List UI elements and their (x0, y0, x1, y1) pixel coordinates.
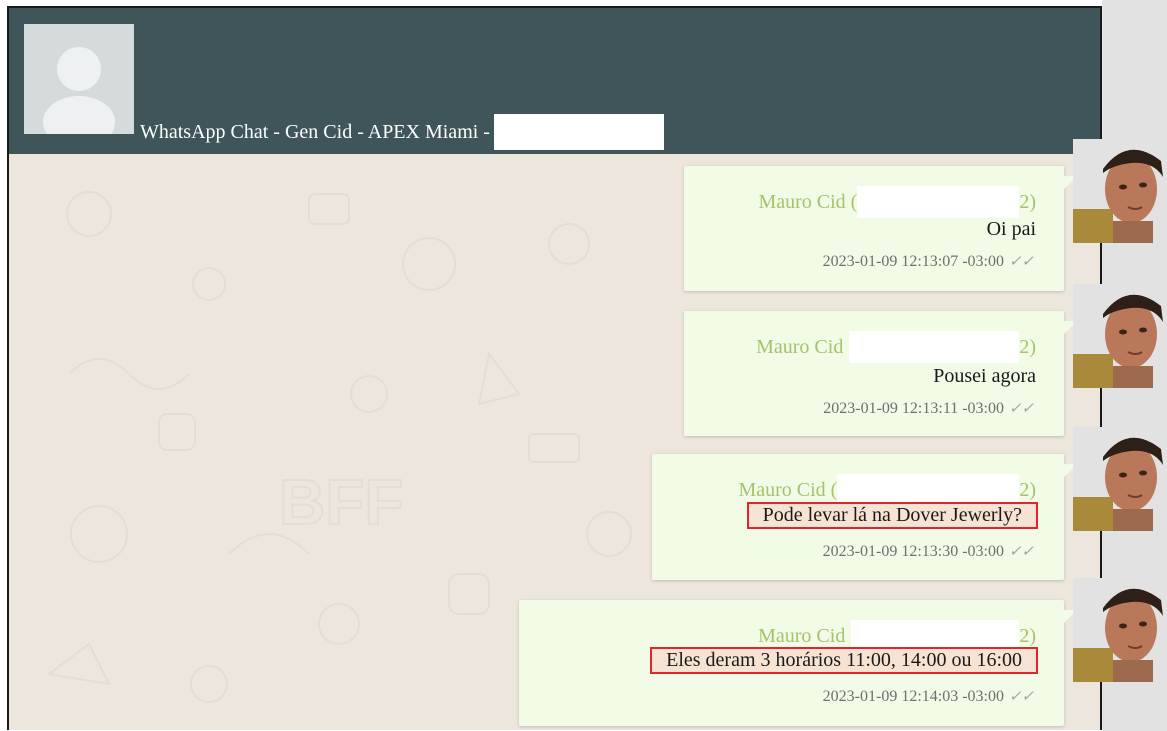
sender-name-suffix: 2) (1019, 624, 1036, 647)
message-timestamp: 2023-01-09 12:14:03 -03:00 (822, 688, 1004, 705)
redaction-box (857, 186, 1020, 218)
redaction-box (849, 331, 1020, 363)
double-check-icon: ✓✓ (1008, 401, 1034, 417)
message-timestamp: 2023-01-09 12:13:07 -03:00 (822, 253, 1004, 270)
sender-name: Mauro Cid 2) (756, 331, 1036, 363)
chat-title-row: WhatsApp Chat - Gen Cid - APEX Miami - (140, 114, 664, 150)
message-timestamp: 2023-01-09 12:13:30 -03:00 (822, 543, 1004, 560)
chat-window: WhatsApp Chat - Gen Cid - APEX Miami - B… (7, 6, 1102, 730)
sender-name-suffix: 2) (1019, 335, 1036, 358)
sender-name-prefix: Mauro Cid (756, 335, 844, 358)
double-check-icon: ✓✓ (1008, 544, 1034, 560)
sender-avatar[interactable] (1073, 139, 1165, 243)
sender-avatar[interactable] (1073, 578, 1165, 682)
message-area[interactable]: BFF Mauro Cid ( 2) Oi pai 2023-01-09 12:… (9, 154, 1100, 730)
person-avatar-icon (1073, 578, 1165, 682)
message-timestamp: 2023-01-09 12:13:11 -03:00 (823, 400, 1004, 417)
sender-avatar[interactable] (1073, 427, 1165, 531)
sender-name: Mauro Cid ( 2) (758, 186, 1036, 218)
message-bubble[interactable]: Mauro Cid ( 2) Pode levar lá na Dover Je… (652, 454, 1077, 580)
default-avatar-icon (24, 24, 134, 134)
sender-name-prefix: Mauro Cid ( (738, 478, 838, 501)
sender-avatar[interactable] (1073, 284, 1165, 388)
profile-avatar-icon[interactable] (24, 24, 134, 134)
person-avatar-icon (1073, 284, 1165, 388)
message-bubble[interactable]: Mauro Cid 2) Eles deram 3 horários 11:00… (519, 600, 1077, 726)
person-avatar-icon (1073, 139, 1165, 243)
sender-name-prefix: Mauro Cid ( (758, 190, 858, 213)
person-avatar-icon (1073, 427, 1165, 531)
double-check-icon: ✓✓ (1008, 254, 1034, 270)
redaction-box (493, 114, 664, 150)
double-check-icon: ✓✓ (1008, 689, 1034, 705)
message-text: Oi pai (986, 218, 1036, 240)
sender-name-suffix: 2) (1019, 478, 1036, 501)
message-text: Pousei agora (933, 365, 1036, 387)
message-bubble[interactable]: Mauro Cid 2) Pousei agora 2023-01-09 12:… (684, 311, 1077, 436)
chat-header: WhatsApp Chat - Gen Cid - APEX Miami - (9, 8, 1100, 154)
chat-title: WhatsApp Chat - Gen Cid - APEX Miami - (140, 120, 490, 143)
sender-name-prefix: Mauro Cid (758, 624, 846, 647)
message-text-highlighted: Eles deram 3 horários 11:00, 14:00 ou 16… (650, 647, 1038, 674)
message-bubble[interactable]: Mauro Cid ( 2) Oi pai 2023-01-09 12:13:0… (684, 166, 1077, 291)
message-text-highlighted: Pode levar lá na Dover Jewerly? (746, 502, 1038, 529)
svg-text:BFF: BFF (279, 466, 403, 538)
sender-name-suffix: 2) (1019, 190, 1036, 213)
